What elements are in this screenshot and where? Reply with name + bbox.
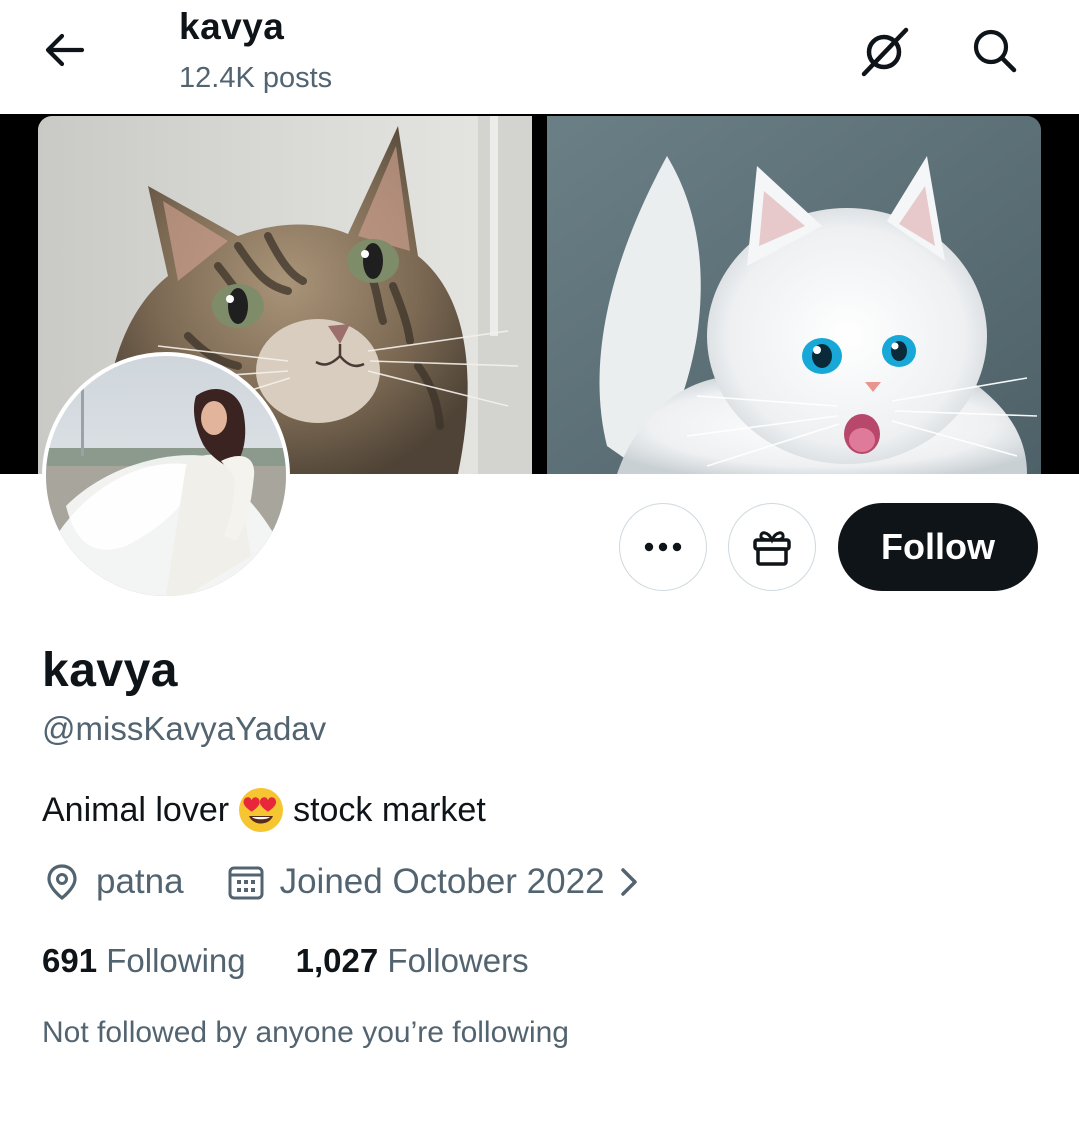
heart-eyes-emoji-icon xyxy=(239,788,284,832)
back-button[interactable] xyxy=(40,28,88,72)
top-bar: kavya 12.4K posts xyxy=(0,0,1079,112)
gift-icon xyxy=(753,531,791,566)
profile-handle: @missKavyaYadav xyxy=(42,710,327,747)
following-count: 691 xyxy=(42,942,98,979)
banner-image-white-kitten xyxy=(547,116,1041,474)
followed-by-note: Not followed by anyone you’re following xyxy=(42,1016,569,1049)
search-button[interactable] xyxy=(968,24,1022,78)
location-pin-icon xyxy=(47,864,77,901)
profile-display-name: kavya xyxy=(42,644,178,697)
arrow-left-icon xyxy=(45,33,85,67)
profile-stats: 691 Following 1,027 Followers xyxy=(42,942,579,980)
avatar-photo xyxy=(46,356,286,596)
more-options-button[interactable] xyxy=(619,503,707,591)
profile-avatar[interactable] xyxy=(42,352,290,600)
header-post-count: 12.4K posts xyxy=(179,62,333,94)
profile-bio: Animal lover stock market xyxy=(42,786,486,834)
calendar-icon xyxy=(228,866,264,900)
grok-icon xyxy=(861,27,909,77)
search-icon xyxy=(973,29,1017,73)
followers-link[interactable]: 1,027 Followers xyxy=(296,942,529,980)
follow-button[interactable]: Follow xyxy=(838,503,1038,591)
profile-joined-date[interactable]: Joined October 2022 xyxy=(280,862,605,902)
more-icon xyxy=(644,542,682,552)
followers-label: Followers xyxy=(387,942,529,979)
header-title: kavya xyxy=(179,6,285,47)
grok-button[interactable] xyxy=(858,24,912,78)
chevron-right-icon[interactable] xyxy=(615,862,643,902)
following-link[interactable]: 691 Following xyxy=(42,942,246,980)
bio-text-2: stock market xyxy=(293,790,486,829)
followers-count: 1,027 xyxy=(295,942,379,979)
bio-text-1: Animal lover xyxy=(42,790,230,829)
profile-location: patna xyxy=(96,862,184,901)
gift-button[interactable] xyxy=(728,503,816,591)
profile-meta: patna Joined October 2022 xyxy=(42,862,643,902)
following-label: Following xyxy=(106,942,246,979)
